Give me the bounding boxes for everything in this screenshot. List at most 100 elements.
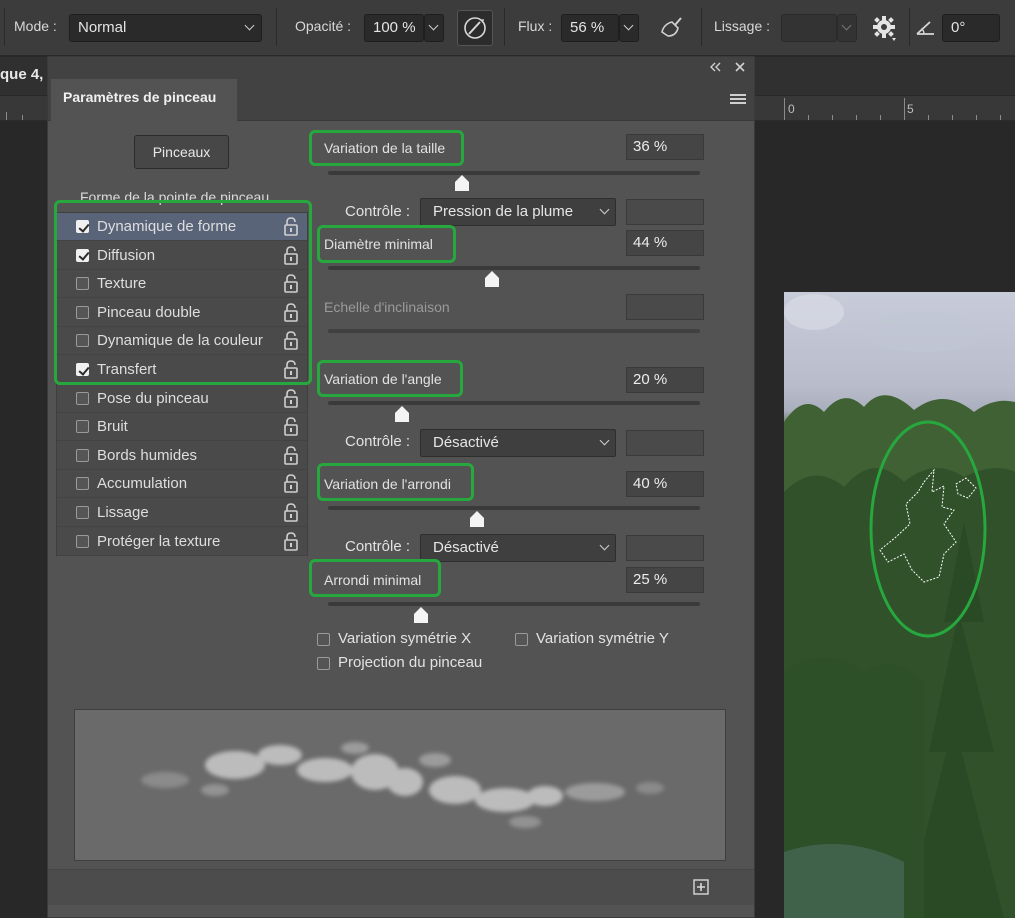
min-diameter-slider-thumb[interactable]: [484, 271, 499, 287]
collapse-icon[interactable]: [708, 61, 722, 73]
flip-x-checkbox[interactable]: [317, 633, 330, 646]
roundness-jitter-input[interactable]: 40 %: [626, 471, 704, 497]
min-roundness-slider[interactable]: [328, 602, 700, 606]
option-row[interactable]: Protéger la texture: [57, 528, 307, 556]
ruler-number: 5: [907, 102, 914, 116]
option-checkbox[interactable]: [76, 477, 89, 491]
lock-icon[interactable]: [282, 502, 300, 524]
chevron-down-icon: [428, 20, 439, 31]
lock-icon[interactable]: [282, 531, 300, 553]
min-diameter-input[interactable]: 44 %: [626, 230, 704, 256]
chevron-down-icon: [623, 20, 634, 31]
lock-icon[interactable]: [282, 445, 300, 467]
projection-checkbox[interactable]: [317, 657, 330, 670]
option-row[interactable]: Lissage: [57, 499, 307, 527]
flow-value: 56 %: [570, 19, 605, 36]
option-label: Protéger la texture: [97, 532, 221, 550]
control-1-value: Pression de la plume: [433, 203, 574, 220]
control-3-select[interactable]: Désactivé: [420, 534, 616, 562]
mode-label: Mode :: [14, 18, 57, 34]
min-roundness-input[interactable]: 25 %: [626, 567, 704, 593]
smoothing-dropdown-button[interactable]: [837, 14, 857, 42]
highlight-box: [54, 200, 312, 385]
lock-icon[interactable]: [282, 388, 300, 410]
tilt-scale-label: Echelle d'inclinaison: [324, 299, 450, 315]
mode-select[interactable]: Normal: [69, 14, 262, 42]
angle-jitter-slider[interactable]: [328, 401, 700, 405]
flow-input[interactable]: 56 %: [561, 14, 619, 42]
new-brush-icon[interactable]: [693, 879, 709, 895]
option-checkbox[interactable]: [76, 391, 89, 405]
canvas-photo[interactable]: [784, 292, 1015, 918]
panel-header: [48, 57, 754, 79]
panel-menu-icon[interactable]: [730, 93, 746, 105]
angle-jitter-input[interactable]: 20 %: [626, 367, 704, 393]
option-checkbox[interactable]: [76, 420, 89, 434]
control-2-aux-field: [626, 430, 704, 456]
chevron-down-icon: [841, 20, 852, 31]
control-2-select[interactable]: Désactivé: [420, 429, 616, 457]
option-row[interactable]: Bords humides: [57, 442, 307, 470]
smoothing-label: Lissage :: [714, 18, 771, 34]
control-2-value: Désactivé: [433, 434, 499, 451]
option-row[interactable]: Pose du pinceau: [57, 385, 307, 413]
stroke-preview-image: [141, 742, 664, 828]
brush-stroke-preview: [74, 709, 726, 861]
flow-label: Flux :: [518, 18, 553, 34]
flow-dropdown-button[interactable]: [619, 14, 639, 42]
forest-image: [784, 294, 1015, 918]
separator: [504, 8, 505, 46]
highlight-box: [317, 360, 463, 397]
smoothing-options-button[interactable]: [866, 10, 902, 46]
control-3-label: Contrôle :: [345, 538, 411, 555]
highlight-box: [309, 559, 441, 597]
angle-value: 0°: [951, 19, 966, 36]
chevron-down-icon: [599, 540, 610, 551]
option-checkbox[interactable]: [76, 534, 89, 548]
opacity-dropdown-button[interactable]: [424, 14, 444, 42]
airbrush-button[interactable]: [654, 10, 690, 46]
angle-icon: [916, 21, 934, 35]
min-roundness-slider-thumb[interactable]: [414, 607, 428, 623]
opacity-input[interactable]: 100 %: [364, 14, 424, 42]
roundness-jitter-slider-thumb[interactable]: [469, 511, 484, 527]
gear-icon: [873, 16, 896, 41]
smoothing-input[interactable]: [781, 14, 837, 42]
tab-brush-settings[interactable]: Paramètres de pinceau: [51, 79, 237, 122]
size-jitter-slider[interactable]: [328, 171, 700, 175]
document-tab[interactable]: que 4,: [0, 66, 43, 83]
opacity-label: Opacité :: [295, 18, 352, 34]
min-diameter-slider[interactable]: [328, 266, 700, 270]
flip-y-label: Variation symétrie Y: [536, 630, 669, 647]
option-row[interactable]: Accumulation: [57, 470, 307, 499]
pressure-opacity-button[interactable]: [457, 10, 493, 46]
lock-icon[interactable]: [282, 473, 300, 495]
angle-jitter-slider-thumb[interactable]: [395, 406, 410, 422]
option-row[interactable]: Bruit: [57, 413, 307, 442]
roundness-jitter-slider[interactable]: [328, 506, 700, 510]
chevron-down-icon: [599, 204, 610, 215]
flip-y-checkbox[interactable]: [515, 633, 528, 646]
control-2-label: Contrôle :: [345, 433, 411, 450]
option-label: Accumulation: [97, 475, 188, 493]
option-checkbox[interactable]: [76, 448, 89, 462]
separator: [909, 8, 910, 46]
angle-input[interactable]: 0°: [942, 14, 1000, 42]
tilt-scale-input: [626, 294, 704, 320]
brushes-button[interactable]: Pinceaux: [134, 135, 229, 169]
highlight-box: [317, 463, 474, 501]
options-bar: Mode : Normal Opacité : 100 % Flux : 56 …: [0, 0, 1015, 56]
control-1-select[interactable]: Pression de la plume: [420, 198, 616, 226]
control-3-aux-field: [626, 535, 704, 561]
control-3-value: Désactivé: [433, 539, 499, 556]
close-icon[interactable]: [734, 61, 746, 73]
lock-icon[interactable]: [282, 416, 300, 438]
ruler-number: 0: [788, 102, 795, 116]
control-1-label: Contrôle :: [345, 203, 411, 220]
option-label: Bruit: [97, 418, 128, 436]
airbrush-icon: [661, 17, 682, 37]
tilt-scale-slider: [328, 329, 700, 333]
option-checkbox[interactable]: [76, 506, 89, 519]
size-jitter-slider-thumb[interactable]: [454, 175, 469, 191]
size-jitter-input[interactable]: 36 %: [626, 134, 704, 160]
